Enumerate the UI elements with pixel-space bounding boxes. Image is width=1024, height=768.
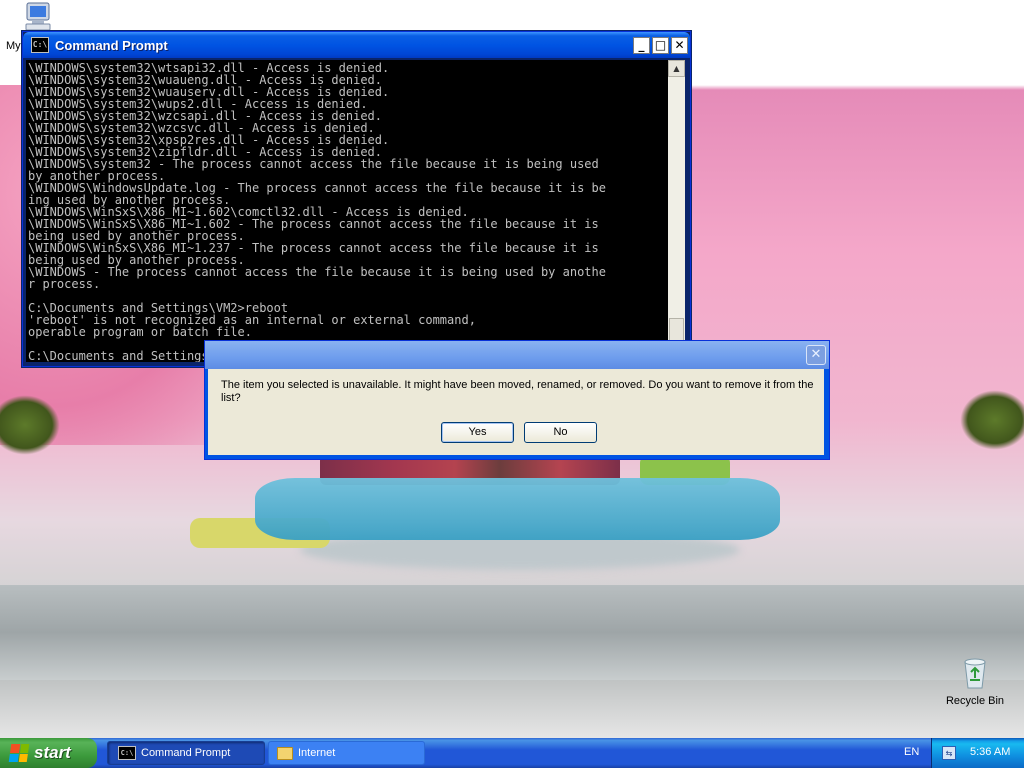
- my-computer-desktop-icon[interactable]: [22, 2, 56, 32]
- clock[interactable]: 5:36 AM: [970, 746, 1010, 758]
- dialog-close-button[interactable]: ✕: [806, 345, 826, 365]
- no-button[interactable]: No: [524, 422, 597, 443]
- wallpaper-pool: [0, 585, 1024, 680]
- computer-icon: [25, 2, 51, 31]
- wallpaper-palm-right: [960, 390, 1024, 450]
- console-area[interactable]: \WINDOWS\system32\wtsapi32.dll - Access …: [26, 60, 685, 362]
- language-indicator[interactable]: EN: [904, 746, 919, 758]
- my-computer-label: My: [6, 40, 21, 52]
- recycle-bin-label: Recycle Bin: [945, 695, 1005, 707]
- system-tray: ⇆ 5:36 AM: [931, 738, 1024, 768]
- dialog-titlebar[interactable]: ✕: [205, 341, 829, 369]
- cmd-icon: C:\: [31, 37, 49, 53]
- start-button[interactable]: start: [0, 738, 97, 768]
- recycle-bin-icon: [964, 658, 986, 689]
- yes-button[interactable]: Yes: [441, 422, 514, 443]
- command-prompt-window[interactable]: C:\ Command Prompt _ □ ✕ \WINDOWS\system…: [22, 31, 691, 367]
- taskbar-item-label: Command Prompt: [141, 747, 231, 759]
- start-label: start: [34, 743, 71, 762]
- console-scrollbar[interactable]: ▲ ▼: [668, 60, 685, 362]
- dialog-body: The item you selected is unavailable. It…: [208, 369, 824, 455]
- taskbar-item-label: Internet: [298, 747, 336, 759]
- taskbar: start C:\ Command Prompt Internet EN ⇆ 5…: [0, 738, 1024, 768]
- network-icon[interactable]: ⇆: [942, 746, 956, 760]
- taskbar-item-internet[interactable]: Internet: [268, 741, 425, 765]
- taskbar-item-command-prompt[interactable]: C:\ Command Prompt: [107, 741, 265, 765]
- dialog-message: The item you selected is unavailable. It…: [221, 379, 814, 404]
- wallpaper-palm-left: [0, 395, 60, 455]
- close-button[interactable]: ✕: [671, 36, 688, 54]
- minimize-button[interactable]: _: [633, 36, 650, 54]
- windows-logo-icon: [8, 744, 30, 762]
- recycle-bin-desktop-icon[interactable]: Recycle Bin: [940, 656, 1010, 707]
- wallpaper-stage: [255, 478, 780, 540]
- command-prompt-titlebar[interactable]: C:\ Command Prompt _ □ ✕: [23, 32, 690, 58]
- scroll-up-button[interactable]: ▲: [668, 60, 685, 77]
- maximize-button[interactable]: □: [652, 36, 669, 54]
- console-output[interactable]: \WINDOWS\system32\wtsapi32.dll - Access …: [28, 62, 668, 362]
- folder-icon: [277, 746, 293, 760]
- unavailable-item-dialog[interactable]: ✕ The item you selected is unavailable. …: [204, 340, 830, 460]
- cmd-icon: C:\: [118, 746, 136, 760]
- window-title: Command Prompt: [55, 37, 168, 53]
